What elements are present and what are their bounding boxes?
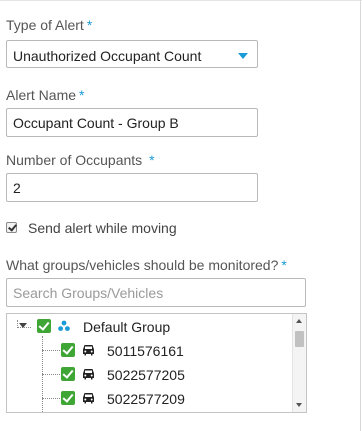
alert-name-label: Alert Name *	[6, 87, 84, 103]
alert-type-select[interactable]: Unauthorized Occupant Count	[6, 40, 258, 68]
car-icon	[82, 392, 95, 404]
alert-form-panel: Type of Alert * Unauthorized Occupant Cou…	[0, 0, 362, 431]
required-mark: *	[86, 17, 93, 33]
expand-toggle-icon[interactable]	[19, 323, 27, 328]
car-icon	[82, 368, 95, 380]
scroll-down-icon[interactable]	[296, 403, 302, 407]
top-divider	[0, 0, 362, 1]
tree-scrollbar[interactable]	[292, 314, 306, 412]
send-while-moving-label[interactable]: Send alert while moving	[28, 220, 177, 236]
required-mark: *	[281, 257, 287, 273]
tree-item-label: 5022577209	[107, 391, 185, 407]
alert-type-selected-value: Unauthorized Occupant Count	[13, 48, 202, 64]
tree-item-label: 5022577205	[107, 367, 185, 383]
required-mark: *	[149, 152, 155, 168]
tree-item-default-group[interactable]: Default Group	[7, 316, 292, 336]
alert-name-label-text: Alert Name	[6, 87, 77, 103]
tree-checkbox[interactable]	[61, 391, 75, 405]
car-icon	[82, 344, 95, 356]
send-while-moving-checkbox[interactable]	[6, 222, 17, 233]
occupants-label: Number of Occupants *	[6, 152, 155, 168]
chevron-down-icon[interactable]	[238, 53, 248, 59]
tree-item-vehicle[interactable]: 5022577205	[7, 364, 292, 384]
tree-item-label: 5011576161	[107, 343, 184, 359]
right-divider	[360, 0, 361, 431]
alert-name-input[interactable]	[6, 108, 258, 137]
scrollbar-thumb[interactable]	[295, 331, 304, 347]
tree-item-vehicle[interactable]: 5022577209	[7, 388, 292, 408]
occupants-input[interactable]	[6, 173, 258, 202]
tree-item-vehicle[interactable]: 5011576161	[7, 340, 292, 360]
alert-type-label: Type of Alert *	[6, 17, 92, 33]
check-icon	[8, 222, 17, 232]
tree-checkbox[interactable]	[37, 319, 51, 333]
monitor-label-text: What groups/vehicles should be monitored…	[6, 257, 279, 273]
required-mark: *	[79, 87, 85, 103]
scroll-up-icon[interactable]	[296, 319, 302, 323]
tree-checkbox[interactable]	[61, 367, 75, 381]
search-groups-input[interactable]	[6, 278, 306, 307]
tree-checkbox[interactable]	[61, 343, 75, 357]
occupants-label-text: Number of Occupants	[6, 152, 143, 168]
groups-vehicles-tree[interactable]: Default Group 5011576161 5022577205 5022…	[6, 313, 307, 413]
tree-item-label: Default Group	[83, 319, 171, 335]
alert-type-label-text: Type of Alert	[6, 17, 84, 33]
group-icon	[58, 320, 70, 332]
monitor-label: What groups/vehicles should be monitored…	[6, 257, 287, 273]
